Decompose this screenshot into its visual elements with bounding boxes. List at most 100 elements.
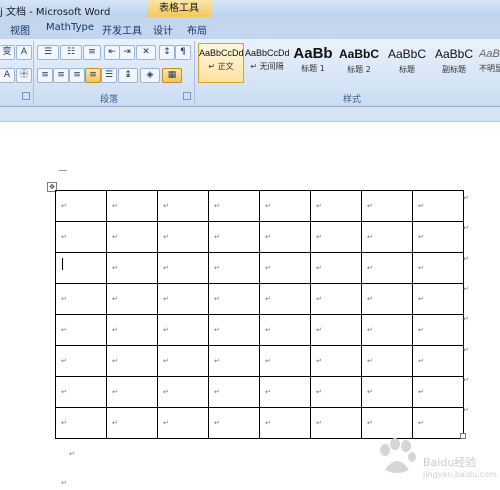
shading-icon[interactable]: ◈	[140, 68, 160, 83]
table-cell[interactable]: ↵	[208, 221, 260, 253]
table-cell[interactable]: ↵	[310, 252, 362, 284]
table-cell[interactable]: ↵	[208, 283, 260, 315]
table-cell[interactable]: ↵	[106, 283, 158, 315]
paragraph-dialog-launcher-icon[interactable]	[183, 92, 191, 100]
table-cell[interactable]: ↵	[361, 407, 413, 439]
character-border-icon[interactable]: A	[16, 45, 32, 60]
table-cell[interactable]: ↵	[361, 376, 413, 408]
tab-developer[interactable]: 开发工具	[102, 22, 142, 37]
table-cell[interactable]: ↵	[259, 252, 311, 284]
table-cell[interactable]: ↵	[106, 190, 158, 222]
table-cell[interactable]: ↵	[157, 376, 209, 408]
table-cell[interactable]: ↵	[55, 283, 107, 315]
show-marks-icon[interactable]: ¶	[175, 45, 191, 60]
table-cell[interactable]: ↵	[106, 221, 158, 253]
table-cell[interactable]: ↵	[157, 190, 209, 222]
enclose-characters-icon[interactable]: ㊉	[16, 68, 32, 83]
decrease-indent-icon[interactable]: ⇤	[104, 45, 120, 60]
multilevel-list-icon[interactable]: ≡	[83, 45, 101, 60]
tab-mathtype[interactable]: MathType	[46, 22, 94, 33]
table-cell[interactable]: ↵	[361, 190, 413, 222]
borders-icon[interactable]: ▦	[162, 68, 182, 83]
table-cell[interactable]: ↵	[55, 407, 107, 439]
table-cell[interactable]: ↵	[412, 345, 464, 377]
table-cell[interactable]: ↵	[106, 407, 158, 439]
style-title[interactable]: AaBbC 标题	[384, 43, 430, 83]
table-cell[interactable]: ↵	[361, 314, 413, 346]
align-right-icon[interactable]: ≡	[69, 68, 85, 83]
table-cell[interactable]: ↵	[157, 345, 209, 377]
table-cell[interactable]: ↵	[259, 345, 311, 377]
tab-view[interactable]: 视图	[10, 22, 30, 37]
table-cell[interactable]: ↵	[412, 314, 464, 346]
table-cell[interactable]: ↵	[259, 376, 311, 408]
table-cell[interactable]: ↵	[412, 376, 464, 408]
cell-mark: ↵	[265, 326, 271, 334]
style-heading-2[interactable]: AaBbC 标题 2	[336, 43, 382, 83]
table-cell[interactable]: ↵	[55, 314, 107, 346]
table-cell[interactable]: ↵	[208, 376, 260, 408]
table-cell[interactable]: ↵	[412, 283, 464, 315]
table-cell[interactable]: ↵	[106, 376, 158, 408]
table-cell[interactable]: ↵	[310, 407, 362, 439]
table-cell[interactable]: ↵	[106, 314, 158, 346]
table-cell[interactable]: ↵	[412, 252, 464, 284]
table-cell[interactable]: ↵	[412, 190, 464, 222]
table-cell[interactable]: ↵	[208, 314, 260, 346]
font-dialog-launcher-icon[interactable]	[22, 92, 30, 100]
document-table[interactable]: ↵ ↵ ↵ ↵ ↵ ↵ ↵ ↵ ↵ ↵ ↵ ↵ ↵ ↵ ↵ ↵ ↵ ↵ ↵ ↵ ↵ ↵ ↵ ↵ ↵ ↵ ↵ ↵ ↵ ↵ ↵ ↵ ↵ ↵ ↵ ↵ ↵ ↵ ↵ ↵…	[55, 190, 464, 439]
table-cell[interactable]: ↵	[310, 190, 362, 222]
chinese-layout-icon[interactable]: ✕	[136, 45, 156, 60]
table-cell[interactable]: ↵	[106, 345, 158, 377]
table-cell[interactable]: ↵	[259, 190, 311, 222]
table-cell[interactable]: ↵	[412, 407, 464, 439]
table-cell[interactable]: ↵	[157, 252, 209, 284]
table-cell[interactable]: ↵	[259, 407, 311, 439]
table-cell[interactable]: ↵	[310, 376, 362, 408]
table-cell[interactable]: ↵	[106, 252, 158, 284]
table-cell[interactable]: ↵	[310, 345, 362, 377]
style-heading-1[interactable]: AaBb 标题 1	[290, 43, 336, 83]
tab-design[interactable]: 设计	[153, 22, 173, 37]
table-cell[interactable]: ↵	[208, 345, 260, 377]
table-cell[interactable]: ↵	[361, 283, 413, 315]
bullets-icon[interactable]: ☰	[37, 45, 59, 60]
table-cell[interactable]: ↵	[208, 407, 260, 439]
style-normal[interactable]: AaBbCcDd ↵ 正文	[198, 43, 244, 83]
table-cell[interactable]: ↵	[208, 252, 260, 284]
table-cell[interactable]: ↵	[157, 221, 209, 253]
table-cell[interactable]: ↵	[55, 221, 107, 253]
font-size-icon[interactable]: 变	[0, 45, 15, 60]
table-cell[interactable]: ↵	[310, 314, 362, 346]
table-cell[interactable]: ↵	[55, 190, 107, 222]
style-subtle-emphasis[interactable]: AaBb 不明显	[478, 43, 500, 83]
distributed-icon[interactable]: ☰	[101, 68, 117, 83]
tab-layout[interactable]: 布局	[187, 22, 207, 37]
justify-icon[interactable]: ≡	[85, 68, 101, 83]
line-spacing-icon[interactable]: ↨	[118, 68, 138, 83]
numbering-icon[interactable]: ☷	[60, 45, 82, 60]
table-cell[interactable]: ↵	[361, 221, 413, 253]
table-cell[interactable]: ↵	[55, 345, 107, 377]
align-left-icon[interactable]: ≡	[37, 68, 53, 83]
table-cell[interactable]: ↵	[310, 221, 362, 253]
sort-icon[interactable]: ↕	[159, 45, 175, 60]
align-center-icon[interactable]: ≡	[53, 68, 69, 83]
table-cell[interactable]: ↵	[157, 314, 209, 346]
table-cell[interactable]: ↵	[310, 283, 362, 315]
table-cell[interactable]: ↵	[412, 221, 464, 253]
table-cell[interactable]: ↵	[259, 283, 311, 315]
table-cell[interactable]: ↵	[259, 221, 311, 253]
table-cell[interactable]: ↵	[55, 376, 107, 408]
increase-indent-icon[interactable]: ⇥	[119, 45, 135, 60]
table-cell[interactable]: ↵	[361, 252, 413, 284]
table-cell[interactable]: ↵	[361, 345, 413, 377]
table-cell[interactable]: ↵	[208, 190, 260, 222]
table-cell[interactable]: ↵	[259, 314, 311, 346]
table-cell[interactable]: ↵	[157, 407, 209, 439]
table-cell[interactable]	[55, 252, 107, 284]
character-shading-icon[interactable]: A	[0, 68, 15, 83]
table-cell[interactable]: ↵	[157, 283, 209, 315]
style-subtitle[interactable]: AaBbC 副标题	[431, 43, 477, 83]
style-no-spacing[interactable]: AaBbCcDd ↵ 无间隔	[244, 43, 290, 83]
